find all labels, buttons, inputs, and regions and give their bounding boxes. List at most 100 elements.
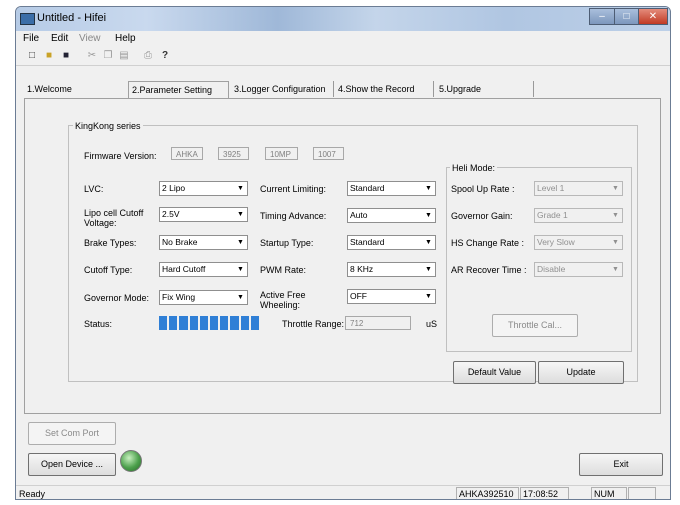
exit-button[interactable]: Exit	[579, 453, 663, 476]
device-id-cell: AHKA392510	[456, 487, 519, 499]
help-icon[interactable]: ?	[159, 50, 171, 62]
brake-types-select[interactable]: No Brake ▼	[159, 235, 248, 250]
chevron-down-icon[interactable]: ▼	[610, 264, 621, 275]
app-icon	[20, 13, 35, 25]
lvc-label: LVC:	[84, 184, 104, 194]
ar-recover-time-value: Disable	[537, 264, 566, 274]
set-com-port-button[interactable]: Set Com Port	[28, 422, 116, 445]
copy-icon[interactable]: ❐	[102, 50, 114, 62]
brake-types-label: Brake Types:	[84, 238, 137, 248]
print-icon[interactable]: ⎙	[142, 50, 154, 62]
lipo-cutoff-label: Lipo cell Cutoff Voltage:	[84, 208, 144, 228]
chevron-down-icon[interactable]: ▼	[235, 292, 246, 303]
firmware-field-4: 1007	[313, 147, 344, 160]
minimize-button[interactable]: –	[589, 8, 615, 25]
tab-show-the-record[interactable]: 4.Show the Record	[335, 81, 434, 97]
brake-types-value: No Brake	[162, 237, 198, 247]
lipo-cutoff-select[interactable]: 2.5V ▼	[159, 207, 248, 222]
progress-segment	[240, 316, 249, 330]
hs-change-rate-label: HS Change Rate :	[451, 238, 525, 248]
paste-icon[interactable]: ▤	[118, 50, 130, 62]
lvc-select[interactable]: 2 Lipo ▼	[159, 181, 248, 196]
app-window: Untitled - Hifei – □ ✕ File Edit View He…	[15, 6, 671, 500]
tab-welcome[interactable]: 1.Welcome	[24, 81, 124, 97]
menu-view[interactable]: View	[79, 33, 101, 44]
save-icon[interactable]: ■	[60, 50, 72, 62]
chevron-down-icon[interactable]: ▼	[235, 209, 246, 220]
hs-change-rate-value: Very Slow	[537, 237, 575, 247]
num-lock-cell: NUM	[591, 487, 627, 499]
timing-advance-select[interactable]: Auto ▼	[347, 208, 436, 223]
active-free-wheeling-label: Active Free Wheeling:	[260, 290, 306, 310]
default-value-button[interactable]: Default Value	[453, 361, 536, 384]
open-folder-icon[interactable]: ■	[43, 50, 55, 62]
active-free-wheeling-value: OFF	[350, 291, 367, 301]
time-cell: 17:08:52	[520, 487, 569, 499]
chevron-down-icon[interactable]: ▼	[423, 183, 434, 194]
startup-type-select[interactable]: Standard ▼	[347, 235, 436, 250]
throttle-range-label: Throttle Range:	[282, 319, 345, 329]
pwm-rate-label: PWM Rate:	[260, 265, 307, 275]
firmware-field-1: AHKA	[171, 147, 203, 160]
governor-mode-select[interactable]: Fix Wing ▼	[159, 290, 248, 305]
progress-segment	[179, 316, 188, 330]
progress-segment	[199, 316, 209, 330]
tab-upgrade[interactable]: 5.Upgrade	[436, 81, 534, 97]
chevron-down-icon[interactable]: ▼	[610, 210, 621, 221]
chevron-down-icon[interactable]: ▼	[610, 183, 621, 194]
hs-change-rate-select[interactable]: Very Slow ▼	[534, 235, 623, 250]
open-device-button[interactable]: Open Device ...	[28, 453, 116, 476]
chevron-down-icon[interactable]: ▼	[423, 210, 434, 221]
lvc-value: 2 Lipo	[162, 183, 186, 193]
governor-mode-value: Fix Wing	[162, 292, 196, 302]
current-limiting-select[interactable]: Standard ▼	[347, 181, 436, 196]
cut-icon[interactable]: ✂	[86, 50, 98, 62]
spool-up-rate-select[interactable]: Level 1 ▼	[534, 181, 623, 196]
progress-segment	[210, 316, 219, 330]
ar-recover-time-label: AR Recover Time :	[451, 265, 527, 275]
status-ready-text: Ready	[19, 489, 46, 499]
menu-edit[interactable]: Edit	[51, 33, 68, 44]
update-button[interactable]: Update	[538, 361, 624, 384]
chevron-down-icon[interactable]: ▼	[423, 264, 434, 275]
throttle-cal-button[interactable]: Throttle Cal...	[492, 314, 578, 337]
active-free-wheeling-select[interactable]: OFF ▼	[347, 289, 436, 304]
firmware-version-label: Firmware Version:	[84, 151, 157, 161]
progress-segment	[250, 316, 260, 330]
group-title: KingKong series	[73, 121, 143, 131]
menu-file[interactable]: File	[23, 33, 39, 44]
toolbar: □ ■ ■ ✂ ❐ ▤ ⎙ ?	[16, 47, 670, 66]
menu-help[interactable]: Help	[115, 33, 136, 44]
cutoff-type-select[interactable]: Hard Cutoff ▼	[159, 262, 248, 277]
governor-gain-select[interactable]: Grade 1 ▼	[534, 208, 623, 223]
heli-mode-title: Heli Mode:	[450, 163, 498, 173]
close-button[interactable]: ✕	[638, 8, 668, 25]
chevron-down-icon[interactable]: ▼	[235, 237, 246, 248]
title-bar[interactable]: Untitled - Hifei – □ ✕	[16, 7, 670, 31]
status-label: Status:	[84, 319, 113, 329]
chevron-down-icon[interactable]: ▼	[610, 237, 621, 248]
maximize-button[interactable]: □	[614, 8, 639, 25]
tab-parameter-setting[interactable]: 2.Parameter Setting	[128, 81, 229, 99]
chevron-down-icon[interactable]: ▼	[423, 237, 434, 248]
startup-type-label: Startup Type:	[260, 238, 314, 248]
chevron-down-icon[interactable]: ▼	[235, 264, 246, 275]
pwm-rate-select[interactable]: 8 KHz ▼	[347, 262, 436, 277]
governor-gain-label: Governor Gain:	[451, 211, 513, 221]
throttle-range-field: 712	[345, 316, 411, 330]
firmware-field-3: 10MP	[265, 147, 298, 160]
new-file-icon[interactable]: □	[26, 50, 38, 62]
timing-advance-label: Timing Advance:	[260, 211, 327, 221]
current-limiting-label: Current Limiting:	[260, 184, 327, 194]
pwm-rate-value: 8 KHz	[350, 264, 374, 274]
throttle-unit: uS	[426, 319, 438, 329]
governor-mode-label: Governor Mode:	[84, 293, 150, 303]
status-bar: Ready AHKA392510 17:08:52 NUM	[16, 485, 670, 499]
chevron-down-icon[interactable]: ▼	[423, 291, 434, 302]
ar-recover-time-select[interactable]: Disable ▼	[534, 262, 623, 277]
tab-logger-configuration[interactable]: 3.Logger Configuration	[231, 81, 334, 97]
governor-gain-value: Grade 1	[537, 210, 568, 220]
spool-up-rate-label: Spool Up Rate :	[451, 184, 515, 194]
chevron-down-icon[interactable]: ▼	[235, 183, 246, 194]
progress-segment	[220, 316, 229, 330]
